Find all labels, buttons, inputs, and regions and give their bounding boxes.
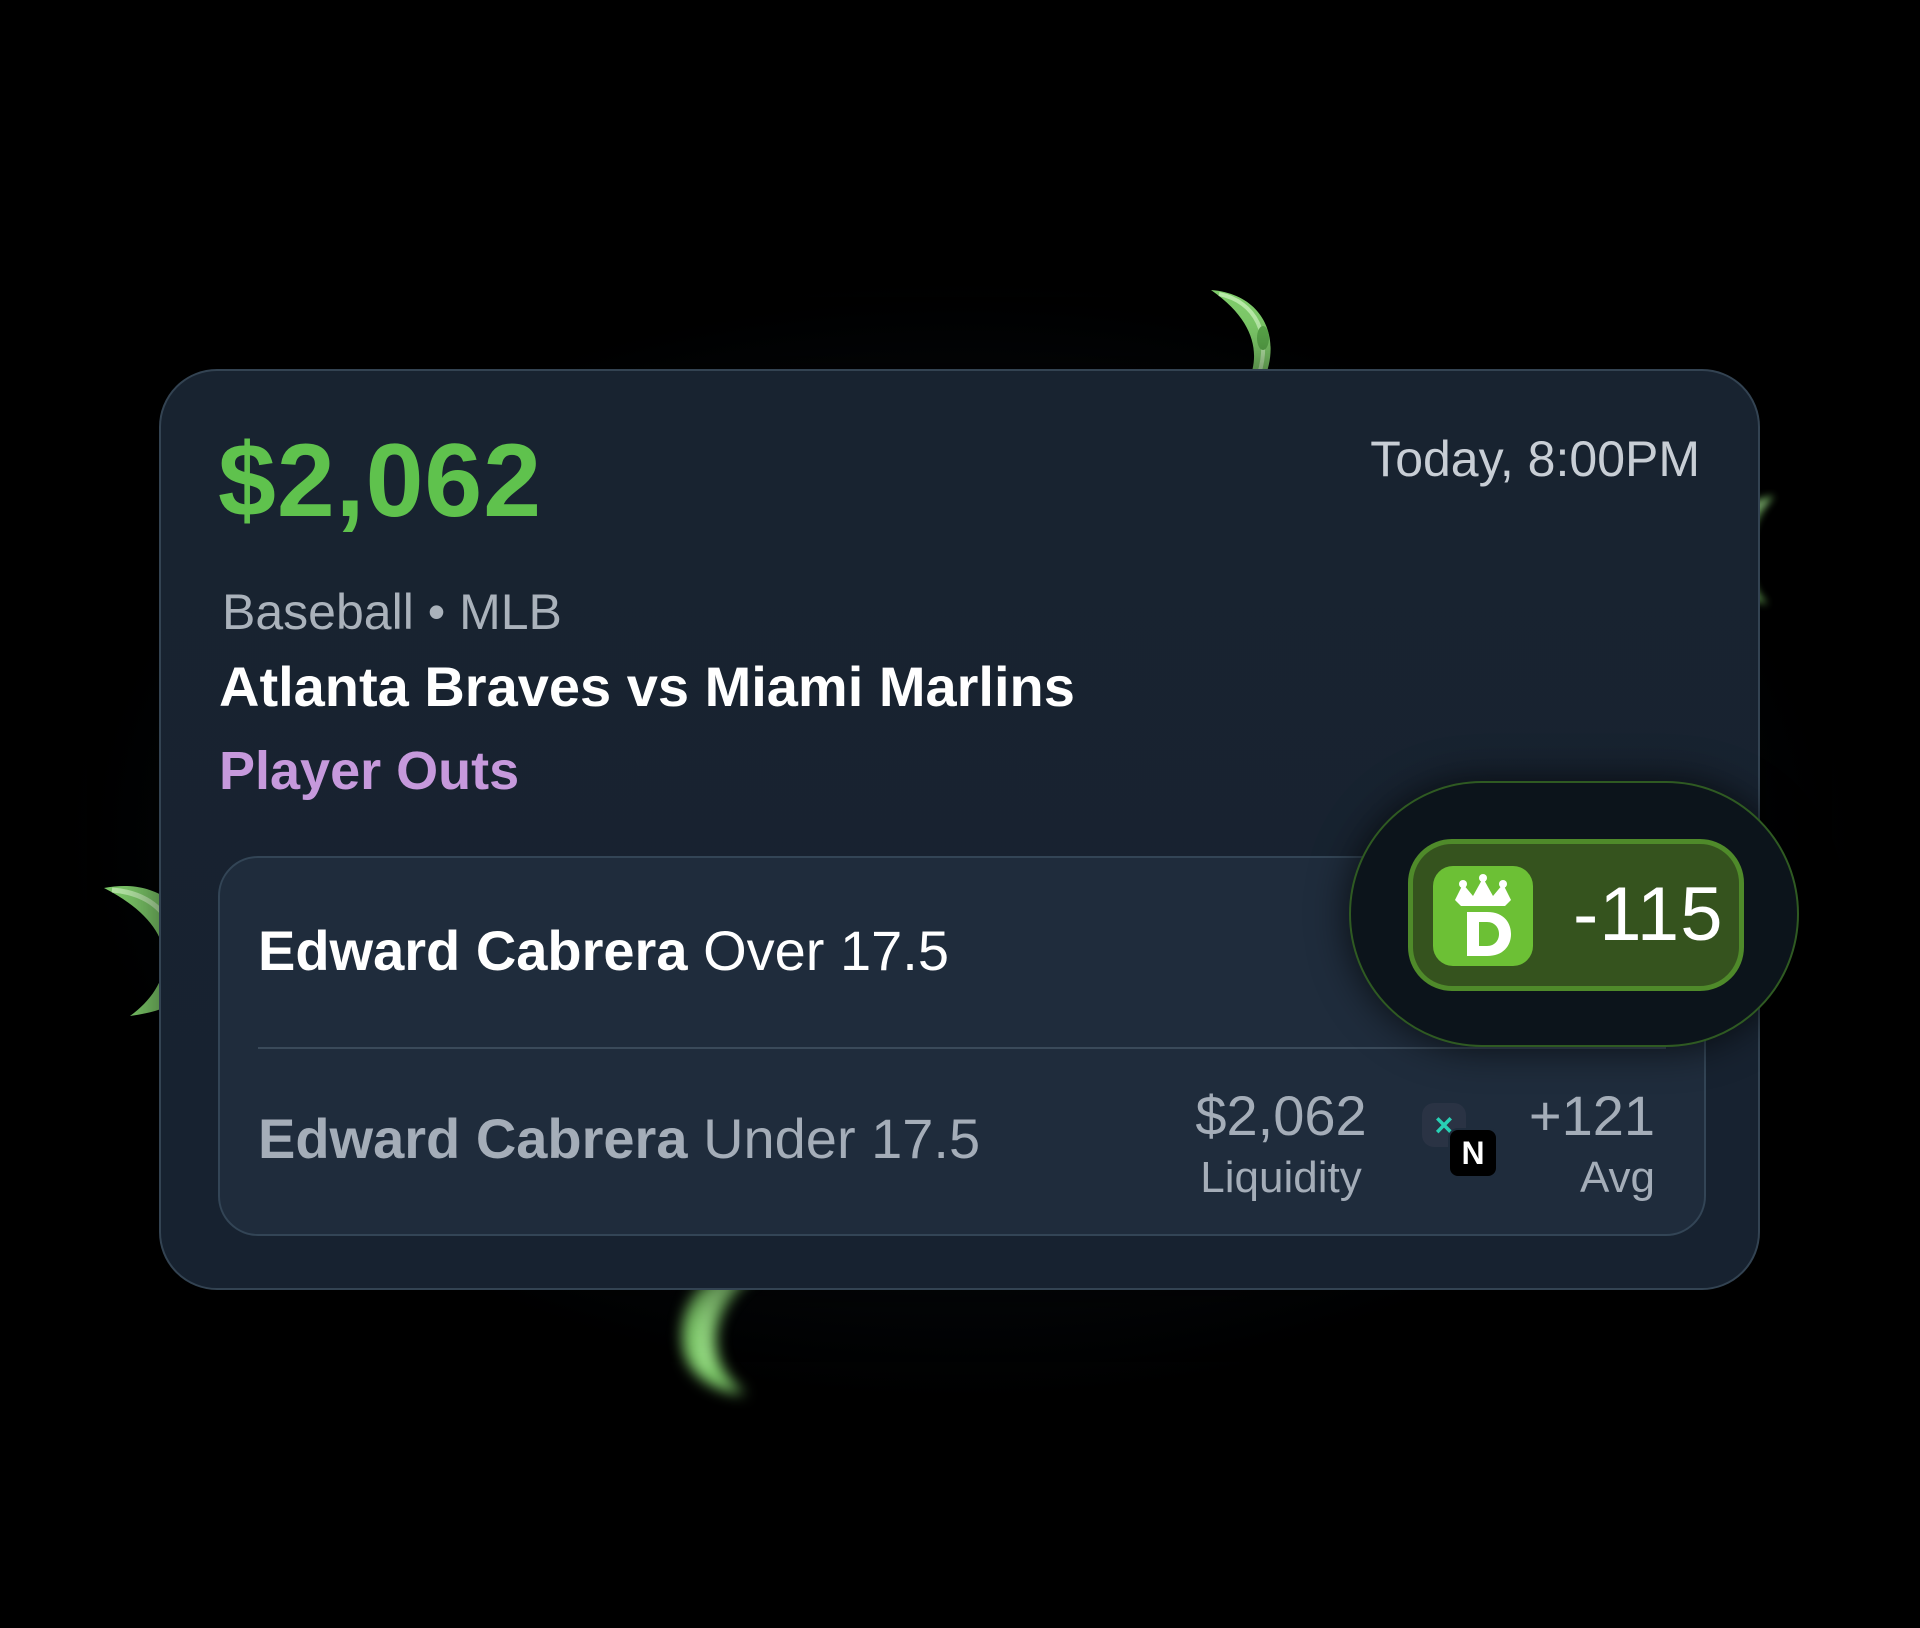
player-name: Edward Cabrera — [258, 1107, 688, 1170]
draftkings-logo-icon — [1433, 866, 1533, 966]
market-type: Player Outs — [219, 741, 520, 801]
liquidity-stat: $2,062 Liquidity — [1171, 1088, 1391, 1200]
avg-odds-value: +121 — [1528, 1084, 1655, 1147]
odds-button[interactable]: -115 — [1408, 839, 1744, 991]
selection-over-label: Edward Cabrera Over 17.5 — [258, 923, 949, 979]
matchup-title: Atlanta Braves vs Miami Marlins — [219, 655, 1075, 718]
avg-odds-label: Avg — [1579, 1153, 1655, 1202]
selection-line: Under 17.5 — [703, 1107, 981, 1170]
sportsbook-icons: × N — [1422, 1103, 1502, 1183]
selection-under-row[interactable]: Edward Cabrera Under 17.5 $2,062 Liquidi… — [220, 1048, 1704, 1236]
liquidity-value: $2,062 — [1195, 1084, 1367, 1147]
bet-amount: $2,062 — [218, 423, 543, 539]
odds-value: -115 — [1573, 872, 1724, 957]
avg-odds-stat: +121 Avg — [1495, 1088, 1655, 1200]
odds-callout: -115 — [1349, 781, 1799, 1047]
selection-under-label: Edward Cabrera Under 17.5 — [258, 1111, 980, 1167]
book-n-icon: N — [1448, 1128, 1498, 1178]
player-name: Edward Cabrera — [258, 919, 688, 982]
liquidity-label: Liquidity — [1200, 1153, 1362, 1202]
game-datetime: Today, 8:00PM — [1370, 431, 1700, 487]
selection-line: Over 17.5 — [703, 919, 949, 982]
sport-league: Baseball • MLB — [222, 584, 562, 640]
